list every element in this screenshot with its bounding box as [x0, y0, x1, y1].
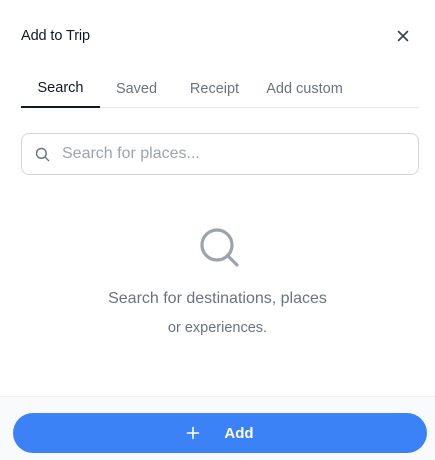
dialog-footer: Add — [0, 396, 435, 460]
tab-search[interactable]: Search — [21, 70, 100, 108]
plus-icon — [187, 426, 200, 440]
add-button-label: Add — [224, 424, 254, 442]
close-button[interactable] — [394, 27, 412, 45]
dialog-title: Add to Trip — [21, 28, 91, 44]
tab-add-custom[interactable]: Add custom — [256, 70, 353, 107]
search-box — [21, 133, 419, 175]
dialog-header: Add to Trip — [21, 27, 411, 45]
empty-state-text-line2: or experiences. — [167, 320, 268, 336]
search-icon — [200, 228, 239, 267]
add-button[interactable]: Add — [13, 413, 427, 453]
tab-bar: Search Saved Receipt Add custom — [21, 70, 419, 108]
tab-receipt[interactable]: Receipt — [173, 70, 256, 107]
search-icon — [35, 147, 50, 162]
add-to-trip-dialog: Add to Trip Search Saved Receipt Add cus… — [0, 0, 435, 460]
close-icon — [397, 30, 409, 42]
tab-saved[interactable]: Saved — [100, 70, 173, 107]
empty-state-text-line1: Search for destinations, places — [108, 290, 327, 307]
search-input[interactable] — [62, 134, 412, 174]
